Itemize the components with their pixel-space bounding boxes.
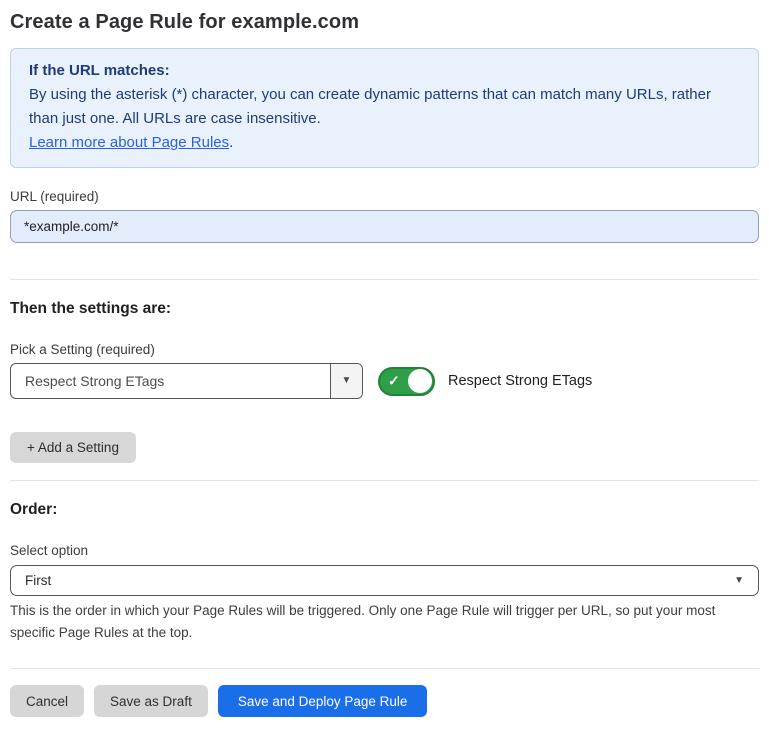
setting-select-value: Respect Strong ETags	[11, 364, 330, 398]
check-icon: ✓	[388, 373, 400, 390]
cancel-button[interactable]: Cancel	[10, 685, 84, 717]
info-box-link-line: Learn more about Page Rules.	[29, 131, 740, 155]
etags-toggle[interactable]: ✓	[378, 367, 435, 396]
learn-more-link[interactable]: Learn more about Page Rules	[29, 134, 229, 151]
order-select-label: Select option	[10, 543, 759, 558]
create-page-rule-form: Create a Page Rule for example.com If th…	[0, 11, 769, 717]
setting-row: Respect Strong ETags ▼ ✓ Respect Strong …	[10, 363, 759, 399]
setting-select-arrow-button[interactable]: ▼	[330, 364, 362, 398]
save-deploy-button[interactable]: Save and Deploy Page Rule	[218, 685, 428, 717]
order-heading: Order:	[10, 501, 759, 519]
section-divider	[10, 279, 759, 280]
order-select-value: First	[25, 573, 51, 588]
setting-select[interactable]: Respect Strong ETags ▼	[10, 363, 363, 399]
link-suffix: .	[229, 134, 233, 151]
url-match-info-box: If the URL matches: By using the asteris…	[10, 48, 759, 168]
url-input[interactable]	[10, 210, 759, 243]
save-draft-button[interactable]: Save as Draft	[94, 685, 208, 717]
info-box-body: By using the asterisk (*) character, you…	[29, 83, 740, 131]
action-buttons-row: Cancel Save as Draft Save and Deploy Pag…	[10, 685, 759, 717]
page-title: Create a Page Rule for example.com	[10, 11, 759, 34]
toggle-knob	[408, 369, 432, 393]
order-select[interactable]: First ▼	[10, 565, 759, 596]
url-label: URL (required)	[10, 189, 759, 204]
section-divider	[10, 668, 759, 669]
caret-down-icon: ▼	[342, 376, 352, 386]
toggle-label: Respect Strong ETags	[448, 373, 592, 389]
order-help-text: This is the order in which your Page Rul…	[10, 600, 755, 644]
setting-picker-label: Pick a Setting (required)	[10, 342, 759, 357]
section-divider	[10, 480, 759, 481]
caret-down-icon: ▼	[734, 576, 744, 586]
add-setting-button[interactable]: + Add a Setting	[10, 432, 136, 463]
info-box-heading: If the URL matches:	[29, 59, 740, 83]
settings-heading: Then the settings are:	[10, 300, 759, 318]
